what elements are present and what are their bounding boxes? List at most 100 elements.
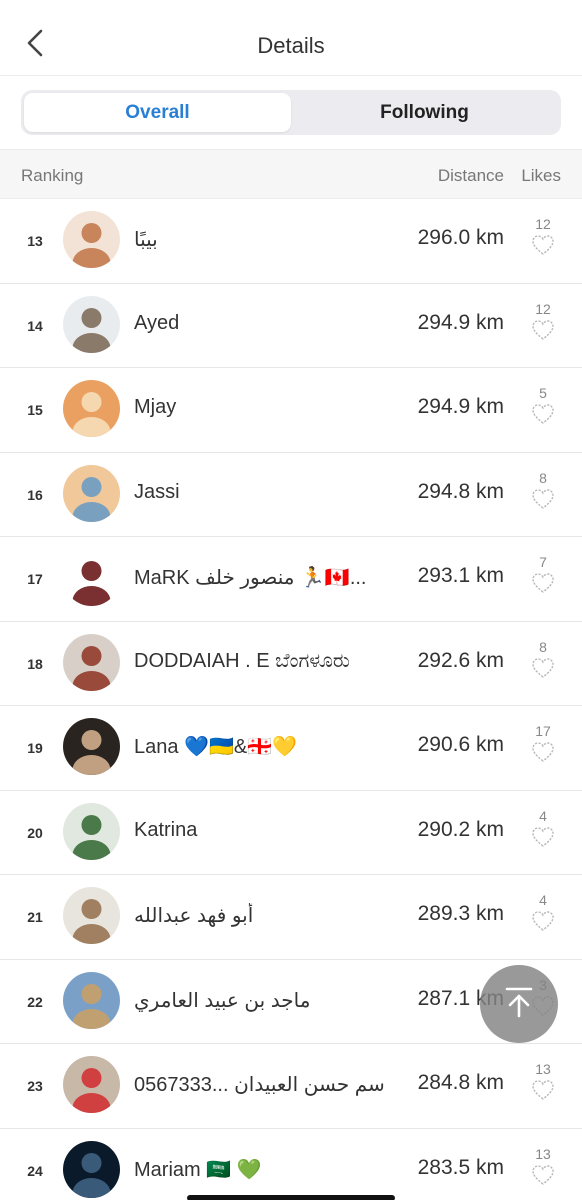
likes-count: 13 <box>535 1145 551 1162</box>
segmented-control: Overall Following <box>21 90 561 135</box>
scroll-to-top-button[interactable] <box>480 965 558 1043</box>
likes-count: 17 <box>535 723 551 739</box>
heart-icon[interactable] <box>531 741 555 763</box>
rank-number: 19 <box>27 740 43 756</box>
heart-icon[interactable] <box>531 826 555 848</box>
distance-value: 294.9 km <box>417 310 504 334</box>
avatar[interactable] <box>63 887 120 944</box>
avatar[interactable] <box>63 802 120 860</box>
likes-count: 4 <box>539 807 547 824</box>
list-item[interactable]: 13 بيبًا 296.0 km 12 <box>0 199 582 284</box>
list-item[interactable]: 23 0567333... جاسم حسن العبيدان 284.8 km… <box>0 1044 582 1129</box>
page-title: Details <box>257 33 325 58</box>
heart-icon[interactable] <box>531 657 555 679</box>
avatar[interactable] <box>63 971 120 1029</box>
likes-count: 5 <box>539 385 547 401</box>
user-name: Mariam 🇸🇦 💚 <box>134 1158 262 1181</box>
avatar[interactable] <box>63 633 120 691</box>
arrow-up-to-top-icon <box>501 984 537 1025</box>
list-item[interactable]: 24 Mariam 🇸🇦 💚 283.5 km 13 <box>0 1129 582 1200</box>
avatar[interactable] <box>63 1056 120 1113</box>
rank-number: 16 <box>27 486 43 503</box>
ranking-column-label: Ranking <box>21 166 84 185</box>
user-name: Mjay <box>134 396 177 418</box>
rank-number: 23 <box>27 1078 43 1094</box>
tab-overall[interactable]: Overall <box>24 93 291 132</box>
user-name: Lana 💙🇺🇦&🇬🇪💛 <box>134 736 297 758</box>
likes-cell: 12 <box>525 301 561 346</box>
likes-cell: 5 <box>525 385 561 430</box>
likes-count: 8 <box>539 469 547 486</box>
likes-cell: 12 <box>525 216 561 261</box>
distance-value: 289.3 km <box>417 902 504 925</box>
rank-number: 20 <box>27 824 43 841</box>
heart-icon[interactable] <box>531 910 555 932</box>
heart-icon[interactable] <box>531 572 555 594</box>
list-item[interactable]: 18 DODDAIAH . E ಬೆಂಗಳೂರು 292.6 km 8 <box>0 622 582 706</box>
likes-count: 8 <box>539 638 547 655</box>
likes-cell: 17 <box>525 723 561 768</box>
likes-count: 7 <box>539 554 547 570</box>
likes-count: 4 <box>539 892 547 908</box>
list-item[interactable]: 14 Ayed 294.9 km 12 <box>0 284 582 368</box>
heart-icon[interactable] <box>531 403 555 425</box>
distance-value: 294.8 km <box>417 479 504 503</box>
rank-number: 24 <box>27 1162 43 1179</box>
rank-number: 13 <box>27 233 43 249</box>
rank-number: 22 <box>27 993 43 1010</box>
user-name: Ayed <box>134 311 180 334</box>
app-screen: Details Overall Following Ranking Distan… <box>0 0 582 1200</box>
user-name: بيبًا <box>134 229 158 251</box>
distance-value: 296.0 km <box>417 226 504 249</box>
likes-count: 12 <box>535 300 551 317</box>
likes-cell: 7 <box>525 554 561 599</box>
heart-icon[interactable] <box>531 488 555 510</box>
avatar[interactable] <box>63 211 120 268</box>
ranking-list: 13 بيبًا 296.0 km 12 14 Ayed 294.9 km 12… <box>0 199 582 1200</box>
heart-icon[interactable] <box>531 1079 555 1101</box>
avatar[interactable] <box>63 380 120 437</box>
list-item[interactable]: 21 أبو فهد عبدالله 289.3 km 4 <box>0 875 582 960</box>
user-name: ماجد بن عبيد العامري <box>134 989 311 1012</box>
likes-cell: 4 <box>525 808 561 853</box>
home-indicator <box>187 1195 395 1200</box>
distance-value: 294.9 km <box>417 395 504 418</box>
likes-count: 13 <box>535 1061 551 1077</box>
list-item[interactable]: 20 Katrina 290.2 km 4 <box>0 791 582 875</box>
user-name: DODDAIAH . E ಬೆಂಗಳೂರು <box>134 649 350 672</box>
distance-column-label: Distance <box>437 166 504 185</box>
distance-value: 283.5 km <box>417 1155 504 1179</box>
likes-column-label: Likes <box>521 166 561 185</box>
avatar[interactable] <box>63 549 120 606</box>
distance-value: 290.6 km <box>417 733 504 756</box>
rank-number: 15 <box>27 402 43 418</box>
user-name: MaRK منصور خلف 🏃🇨🇦... <box>134 567 367 589</box>
likes-cell: 13 <box>525 1061 561 1106</box>
avatar[interactable] <box>63 295 120 353</box>
list-item[interactable]: 19 Lana 💙🇺🇦&🇬🇪💛 290.6 km 17 <box>0 706 582 791</box>
heart-icon[interactable] <box>531 1164 555 1186</box>
likes-cell: 13 <box>525 1146 561 1191</box>
column-header: Ranking Distance Likes <box>0 149 582 199</box>
distance-value: 290.2 km <box>417 817 504 841</box>
list-item[interactable]: 16 Jassi 294.8 km 8 <box>0 453 582 537</box>
avatar[interactable] <box>63 718 120 775</box>
list-item[interactable]: 15 Mjay 294.9 km 5 <box>0 368 582 453</box>
user-name: Jassi <box>134 480 180 503</box>
tab-following[interactable]: Following <box>291 93 558 132</box>
likes-cell: 8 <box>525 639 561 684</box>
header: Details <box>0 0 582 76</box>
rank-number: 21 <box>27 909 43 925</box>
list-item[interactable]: 17 MaRK منصور خلف 🏃🇨🇦... 293.1 km 7 <box>0 537 582 622</box>
likes-cell: 8 <box>525 470 561 515</box>
user-name: Katrina <box>134 818 198 841</box>
user-name: أبو فهد عبدالله <box>134 905 254 927</box>
avatar[interactable] <box>63 1140 120 1198</box>
heart-icon[interactable] <box>531 234 555 256</box>
heart-icon[interactable] <box>531 319 555 341</box>
user-name: 0567333... جاسم حسن العبيدان <box>134 1074 384 1096</box>
rank-number: 14 <box>27 317 43 334</box>
rank-number: 18 <box>27 655 43 672</box>
distance-value: 292.6 km <box>417 648 504 672</box>
avatar[interactable] <box>63 464 120 522</box>
